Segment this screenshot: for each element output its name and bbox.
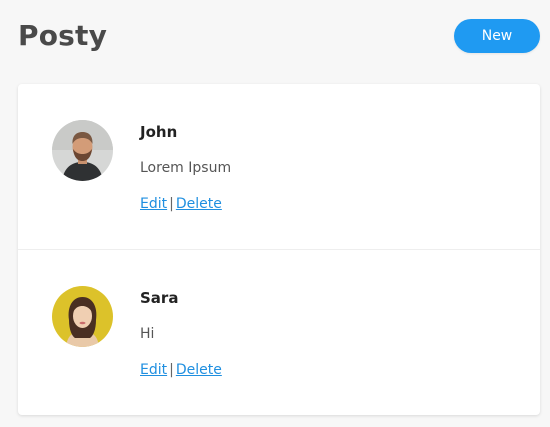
post-body: Lorem Ipsum <box>140 160 232 176</box>
delete-link[interactable]: Delete <box>176 362 222 378</box>
page-title: Posty <box>18 19 108 52</box>
woman-avatar-icon <box>52 286 113 347</box>
new-post-button[interactable]: New <box>454 19 540 53</box>
posts-card: John Lorem Ipsum Edit | Delete Sara Hi Edi… <box>18 84 540 415</box>
edit-link[interactable]: Edit <box>140 362 167 378</box>
action-separator: | <box>169 196 174 212</box>
post-author: Sara <box>140 289 179 307</box>
post-actions: Edit | Delete <box>140 194 222 214</box>
post-item: Sara Hi Edit | Delete <box>18 250 540 415</box>
post-actions: Edit | Delete <box>140 360 222 380</box>
post-author: John <box>140 123 178 141</box>
action-separator: | <box>169 362 174 378</box>
man-avatar-icon <box>52 120 113 181</box>
avatar <box>52 286 113 347</box>
post-item: John Lorem Ipsum Edit | Delete <box>18 84 540 250</box>
edit-link[interactable]: Edit <box>140 196 167 212</box>
avatar <box>52 120 113 181</box>
delete-link[interactable]: Delete <box>176 196 222 212</box>
post-body: Hi <box>140 326 155 342</box>
